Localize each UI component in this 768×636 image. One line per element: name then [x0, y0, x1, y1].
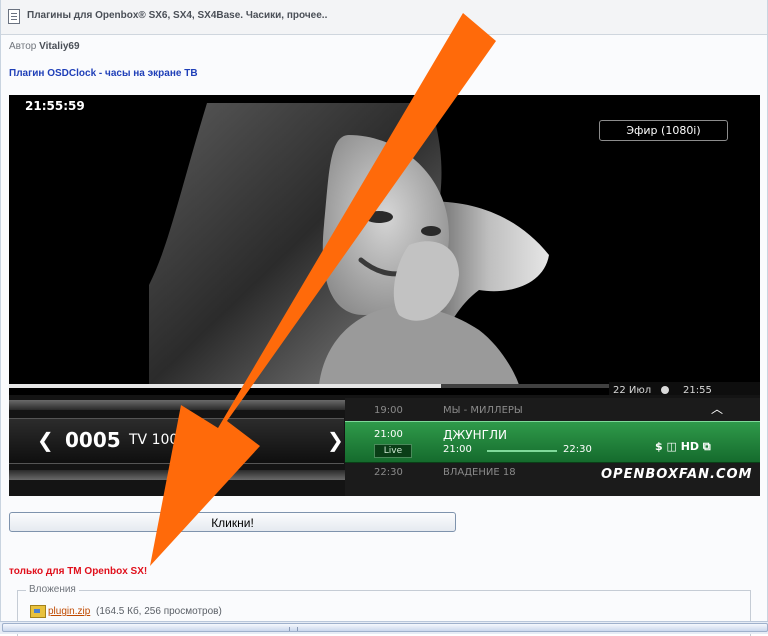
epg-title: ДЖУНГЛИ — [443, 428, 507, 442]
author-label: Автор — [9, 41, 37, 52]
grip-icon — [289, 627, 298, 631]
feature-icons: $ ◫ HD ⧉ — [655, 440, 711, 453]
attachment-link[interactable]: plugin.zip — [48, 606, 90, 617]
epg-progress-bar — [487, 450, 557, 452]
epg-row: 19:00 МЫ - МИЛЛЕРЫ — [345, 400, 760, 422]
author-name[interactable]: Vitaliy69 — [39, 41, 79, 52]
epg-row-current: 21:00 ДЖУНГЛИ Live 21:00 22:30 $ ◫ HD ⧉ — [345, 421, 760, 463]
woman-photo — [149, 103, 549, 385]
epg-time: 22:30 — [374, 467, 403, 478]
horizontal-scrollbar[interactable] — [0, 621, 768, 634]
epg-start-time: 21:00 — [443, 444, 472, 455]
plugin-heading: Плагин OSDClock - часы на экране ТВ — [9, 68, 198, 79]
chevron-left-icon: ❮ — [37, 428, 54, 452]
chevron-right-icon: ❯ — [327, 428, 344, 452]
document-icon — [8, 9, 20, 24]
post-container: Плагины для Openbox® SX6, SX4, SX4Base. … — [0, 0, 768, 636]
signal-source-badge: Эфир (1080i) — [599, 120, 728, 141]
live-badge: Live — [374, 444, 412, 458]
post-titlebar: Плагины для Openbox® SX6, SX4, SX4Base. … — [1, 0, 767, 35]
zip-file-icon — [30, 605, 46, 618]
scrollbar-thumb[interactable] — [2, 623, 768, 632]
epg-time: 21:00 — [374, 429, 403, 440]
tv-screenshot: 21:55:59 Эфир (1080i) 22 Июл 21:55 ❮ 000… — [9, 95, 760, 496]
channel-name: TV 1000 M HD — [129, 432, 230, 448]
post-title: Плагины для Openbox® SX6, SX4, SX4Base. … — [27, 10, 328, 21]
clock-icon — [661, 386, 669, 394]
watermark-logo: OPENBOXFAN.COM — [601, 467, 753, 482]
click-button[interactable]: Кликни! — [9, 512, 456, 532]
epg-time: 19:00 — [374, 405, 403, 416]
compat-note: только для ТМ Openbox SX! — [9, 566, 148, 577]
epg-title: ВЛАДЕНИЕ 18 — [443, 467, 516, 478]
osd-clock: 21:55:59 — [25, 99, 85, 113]
author-line: Автор Vitaliy69 — [9, 41, 80, 52]
attachments-legend: Вложения — [26, 584, 79, 595]
epg-title: МЫ - МИЛЛЕРЫ — [443, 405, 523, 416]
attachment-info: (164.5 Кб, 256 просмотров) — [96, 606, 222, 617]
epg-end-time: 22:30 — [563, 444, 592, 455]
channel-number: 0005 — [65, 428, 121, 452]
chevron-up-icon: ︿ — [711, 402, 724, 416]
